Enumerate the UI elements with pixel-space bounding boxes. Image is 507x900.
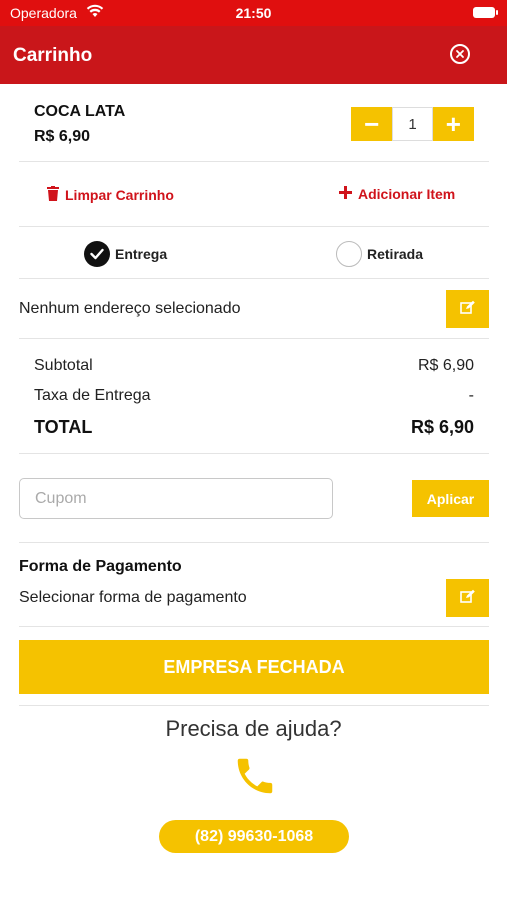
pickup-option-label: Retirada <box>367 246 424 262</box>
clock: 21:50 <box>235 5 272 21</box>
total-value: R$ 6,90 <box>410 417 474 437</box>
item-name: COCA LATA <box>34 103 126 120</box>
decrease-quantity-button[interactable]: − <box>351 107 393 141</box>
trash-icon <box>47 186 59 204</box>
item-price: R$ 6,90 <box>34 128 91 145</box>
close-circle-icon[interactable] <box>450 44 470 64</box>
quantity-stepper: − 1 + <box>351 107 474 141</box>
divider <box>19 226 489 227</box>
delivery-option-entrega[interactable]: Entrega <box>84 241 167 267</box>
delivery-option-label: Entrega <box>115 246 168 262</box>
phone-icon[interactable] <box>232 753 278 804</box>
page-title: Carrinho <box>13 45 93 66</box>
coupon-input[interactable] <box>19 478 333 519</box>
store-closed-button[interactable]: EMPRESA FECHADA <box>19 640 489 694</box>
delivery-fee-value: - <box>468 387 474 404</box>
subtotal-row: Subtotal R$ 6,90 <box>34 357 474 375</box>
divider <box>19 626 489 627</box>
help-title: Precisa de ajuda? <box>165 716 342 741</box>
divider <box>19 161 489 162</box>
plus-icon <box>339 186 352 202</box>
radio-unchecked-icon <box>336 241 362 267</box>
delivery-fee-label: Taxa de Entrega <box>34 387 151 404</box>
check-icon <box>84 241 110 267</box>
divider <box>19 542 489 543</box>
payment-section-title: Forma de Pagamento <box>19 558 182 575</box>
address-text: Nenhum endereço selecionado <box>19 300 241 317</box>
quantity-value[interactable]: 1 <box>392 107 433 141</box>
increase-quantity-button[interactable]: + <box>432 107 474 141</box>
status-bar: Operadora 21:50 <box>0 0 507 26</box>
add-item-label: Adicionar Item <box>358 186 456 202</box>
apply-coupon-button[interactable]: Aplicar <box>412 480 489 517</box>
edit-icon <box>459 300 476 319</box>
divider <box>19 705 489 706</box>
subtotal-value: R$ 6,90 <box>417 357 474 374</box>
payment-method-text: Selecionar forma de pagamento <box>19 589 247 606</box>
battery-icon <box>473 7 498 18</box>
divider <box>19 278 489 279</box>
phone-number-button[interactable]: (82) 99630-1068 <box>159 820 349 853</box>
clear-cart-button[interactable]: Limpar Carrinho <box>47 186 174 204</box>
divider <box>19 338 489 339</box>
add-item-button[interactable]: Adicionar Item <box>339 186 455 202</box>
clear-cart-label: Limpar Carrinho <box>65 187 174 203</box>
divider <box>19 453 489 454</box>
total-label: TOTAL <box>34 417 93 437</box>
edit-payment-button[interactable] <box>446 579 489 617</box>
delivery-fee-row: Taxa de Entrega - <box>34 387 474 405</box>
subtotal-label: Subtotal <box>34 357 93 374</box>
delivery-option-retirada[interactable]: Retirada <box>336 241 423 267</box>
edit-icon <box>459 589 476 608</box>
header-bar: Carrinho <box>0 26 507 84</box>
edit-address-button[interactable] <box>446 290 489 328</box>
total-row: TOTAL R$ 6,90 <box>34 417 474 438</box>
